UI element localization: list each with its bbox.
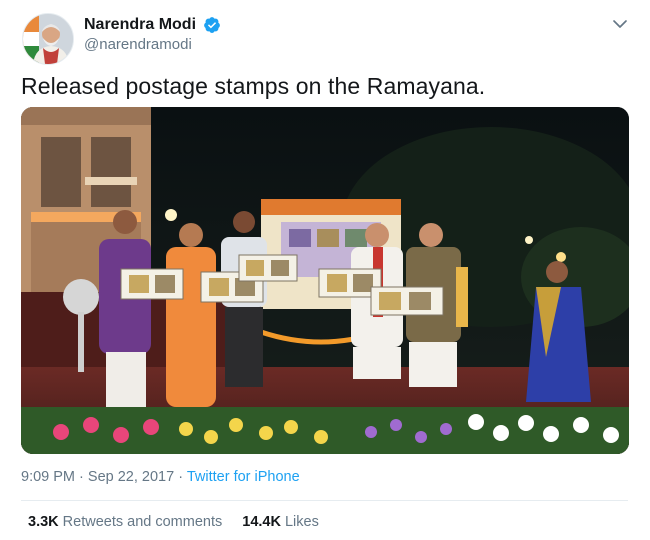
- tweet-time[interactable]: 9:09 PM: [21, 469, 75, 485]
- tweet-date[interactable]: Sep 22, 2017: [88, 469, 174, 485]
- likes-stat[interactable]: 14.4K Likes: [242, 514, 319, 530]
- author-name[interactable]: Narendra Modi: [84, 16, 196, 34]
- chevron-down-icon[interactable]: [612, 16, 628, 32]
- tweet-card: Narendra Modi @narendramodi Released pos…: [0, 0, 650, 540]
- likes-label: Likes: [284, 514, 319, 530]
- retweets-label: Retweets and comments: [62, 514, 223, 530]
- divider: [21, 500, 628, 501]
- tweet-stats: 3.3K Retweets and comments 14.4K Likes: [28, 514, 319, 530]
- likes-count: 14.4K: [242, 514, 281, 530]
- event-photo: [21, 107, 629, 454]
- tweet-photo[interactable]: [21, 107, 629, 454]
- tweet-meta: 9:09 PM · Sep 22, 2017 · Twitter for iPh…: [21, 469, 300, 485]
- tweet-source-link[interactable]: Twitter for iPhone: [187, 469, 300, 485]
- verified-badge-icon: [204, 17, 220, 33]
- avatar-image: [23, 14, 73, 64]
- meta-separator: ·: [79, 469, 84, 485]
- author-avatar[interactable]: [22, 13, 74, 65]
- retweets-count: 3.3K: [28, 514, 59, 530]
- author-handle[interactable]: @narendramodi: [84, 36, 192, 53]
- retweets-stat[interactable]: 3.3K Retweets and comments: [28, 514, 222, 530]
- meta-separator: ·: [178, 469, 184, 485]
- tweet-text: Released postage stamps on the Ramayana.: [21, 73, 486, 99]
